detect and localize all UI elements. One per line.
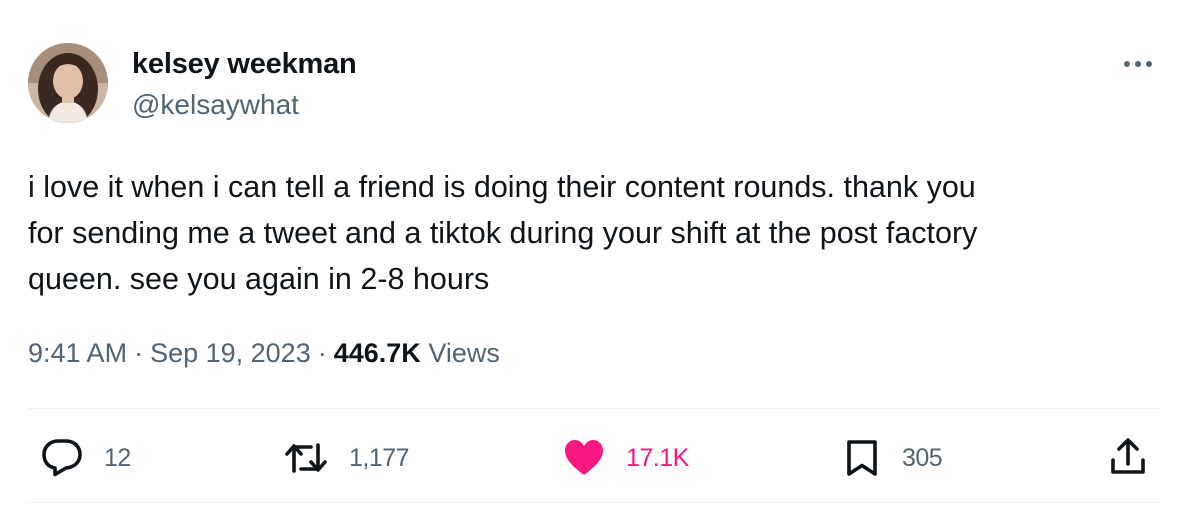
author-name[interactable]: kelsey weekman	[132, 48, 357, 81]
like-count: 17.1K	[626, 443, 689, 472]
tweet-text-line: for sending me a tweet and a tiktok duri…	[28, 216, 978, 250]
views-count[interactable]: 446.7K	[334, 338, 421, 368]
tweet-date[interactable]: Sep 19, 2023	[150, 338, 311, 368]
reply-button[interactable]: 12	[40, 437, 131, 479]
share-button[interactable]	[1108, 436, 1148, 483]
share-icon	[1111, 438, 1145, 474]
author-handle[interactable]: @kelsaywhat	[132, 89, 299, 121]
more-icon	[1124, 61, 1152, 67]
tweet-text-line: queen. see you again in 2-8 hours	[28, 262, 490, 296]
like-button[interactable]: 17.1K	[562, 437, 689, 479]
divider	[28, 408, 1160, 409]
reply-icon	[42, 439, 82, 477]
divider	[28, 502, 1160, 503]
reply-count: 12	[104, 443, 131, 472]
tweet-time[interactable]: 9:41 AM	[28, 338, 127, 368]
avatar-photo	[28, 43, 108, 123]
views-label[interactable]: Views	[428, 338, 500, 368]
bookmark-icon	[847, 440, 877, 476]
retweet-count: 1,177	[349, 443, 410, 472]
avatar[interactable]	[28, 43, 108, 123]
meta-separator: ·	[134, 338, 144, 368]
tweet-meta: 9:41 AM · Sep 19, 2023 · 446.7K Views	[28, 338, 500, 369]
bookmark-count: 305	[902, 443, 943, 472]
retweet-icon	[285, 443, 327, 473]
tweet-card: kelsey weekman @kelsaywhat i love it whe…	[0, 0, 1188, 506]
retweet-button[interactable]: 1,177	[283, 437, 410, 479]
tweet-text: i love it when i can tell a friend is do…	[28, 164, 1168, 302]
more-options-button[interactable]	[1118, 52, 1158, 76]
tweet-text-line: i love it when i can tell a friend is do…	[28, 170, 976, 204]
meta-separator: ·	[317, 338, 327, 368]
heart-icon	[565, 440, 603, 475]
bookmark-button[interactable]: 305	[842, 437, 943, 479]
